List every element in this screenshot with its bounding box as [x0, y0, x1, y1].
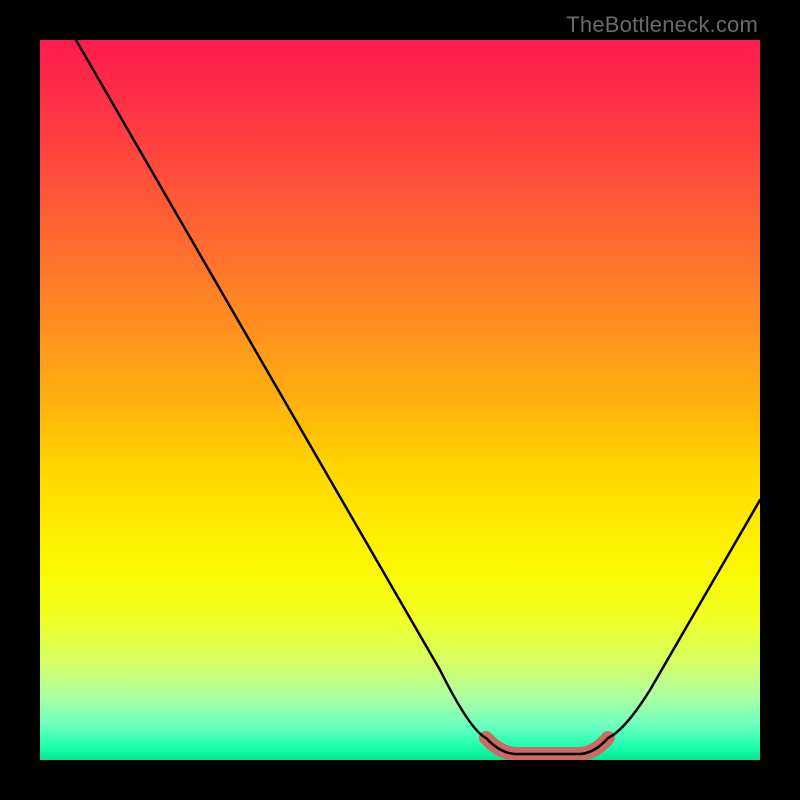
bottleneck-curve — [40, 40, 760, 760]
chart-plot-area — [40, 40, 760, 760]
watermark-credit: TheBottleneck.com — [566, 12, 758, 38]
bottleneck-curve-line — [76, 40, 760, 754]
